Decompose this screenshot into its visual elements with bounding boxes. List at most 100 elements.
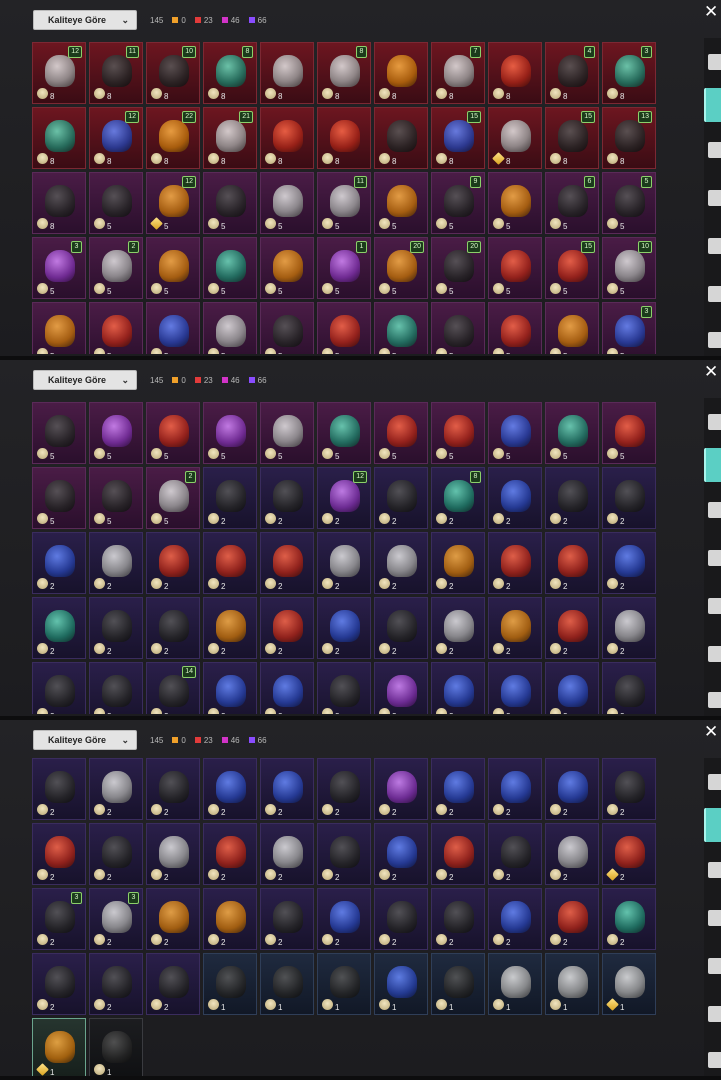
item-slot[interactable]: 20 5 (374, 237, 428, 299)
item-slot[interactable]: 8 (32, 107, 86, 169)
tab-headwear[interactable] (704, 88, 721, 122)
item-slot[interactable]: 2 (545, 758, 599, 820)
item-slot[interactable]: 2 (260, 532, 314, 594)
item-slot[interactable]: 2 (374, 888, 428, 950)
item-slot[interactable]: 12 5 (146, 172, 200, 234)
item-slot[interactable]: 2 (545, 662, 599, 714)
item-slot[interactable]: 2 (32, 758, 86, 820)
item-slot[interactable]: 2 (602, 662, 656, 714)
item-slot[interactable]: 1 (89, 1018, 143, 1078)
item-slot[interactable]: 2 (317, 662, 371, 714)
item-slot[interactable]: 8 (374, 42, 428, 104)
item-slot[interactable]: 1 (431, 953, 485, 1015)
item-slot[interactable]: 35 (32, 237, 86, 299)
tab-more[interactable] (708, 1052, 721, 1068)
item-slot[interactable]: 2 (374, 662, 428, 714)
item-slot[interactable]: 48 (545, 42, 599, 104)
item-slot[interactable]: 1 (488, 953, 542, 1015)
item-slot[interactable]: 2 (374, 597, 428, 659)
item-slot[interactable]: 1 (32, 1018, 86, 1078)
item-slot[interactable]: 2 (32, 532, 86, 594)
item-slot[interactable]: 8 (488, 42, 542, 104)
item-slot[interactable]: 12 2 (317, 467, 371, 529)
close-icon[interactable]: ✕ (704, 362, 721, 384)
item-slot[interactable]: 1 (602, 953, 656, 1015)
item-slot[interactable]: 2 (488, 758, 542, 820)
tab-top[interactable] (708, 414, 721, 430)
item-slot[interactable]: 1 (203, 953, 257, 1015)
item-slot[interactable]: 14 2 (146, 662, 200, 714)
close-icon[interactable]: ✕ (704, 722, 721, 744)
item-slot[interactable]: 2 (203, 597, 257, 659)
item-slot[interactable]: 2 (602, 758, 656, 820)
item-slot[interactable]: 5 (89, 302, 143, 354)
item-slot[interactable]: 2 (89, 953, 143, 1015)
item-slot[interactable]: 1 (260, 953, 314, 1015)
tab-shoes[interactable] (708, 1006, 721, 1022)
item-slot[interactable]: 2 (146, 597, 200, 659)
item-slot[interactable]: 2 (32, 662, 86, 714)
item-slot[interactable]: 2 (260, 662, 314, 714)
item-slot[interactable]: 5 (89, 402, 143, 464)
item-slot[interactable]: 8 (317, 107, 371, 169)
item-slot[interactable]: 2 (317, 888, 371, 950)
item-slot[interactable]: 11 8 (89, 42, 143, 104)
item-slot[interactable]: 2 (431, 662, 485, 714)
item-slot[interactable]: 5 (260, 302, 314, 354)
item-slot[interactable]: 25 (89, 237, 143, 299)
item-slot[interactable]: 2 (374, 758, 428, 820)
item-slot[interactable]: 15 8 (431, 107, 485, 169)
item-slot[interactable]: 2 (203, 662, 257, 714)
item-slot[interactable]: 2 (146, 758, 200, 820)
item-slot[interactable]: 2 (146, 888, 200, 950)
item-slot[interactable]: 2 (89, 823, 143, 885)
tab-shoes[interactable] (708, 286, 721, 302)
item-slot[interactable]: 2 (602, 597, 656, 659)
item-slot[interactable]: 5 (317, 302, 371, 354)
item-slot[interactable]: 8 (260, 42, 314, 104)
item-slot[interactable]: 5 (260, 172, 314, 234)
item-slot[interactable]: 8 (374, 107, 428, 169)
item-slot[interactable]: 2 (545, 597, 599, 659)
item-slot[interactable]: 12 8 (32, 42, 86, 104)
item-slot[interactable]: 2 (431, 597, 485, 659)
tab-jacket[interactable] (708, 190, 721, 206)
item-slot[interactable]: 1 (374, 953, 428, 1015)
item-slot[interactable]: 5 (488, 302, 542, 354)
item-slot[interactable]: 5 (431, 302, 485, 354)
item-slot[interactable]: 5 (374, 402, 428, 464)
item-slot[interactable]: 2 (203, 467, 257, 529)
item-slot[interactable]: 2 (488, 662, 542, 714)
item-slot[interactable]: 5 (146, 302, 200, 354)
item-slot[interactable]: 5 (32, 467, 86, 529)
item-slot[interactable]: 10 5 (602, 237, 656, 299)
item-slot[interactable]: 2 (602, 823, 656, 885)
item-slot[interactable]: 2 (545, 823, 599, 885)
item-slot[interactable]: 15 (317, 237, 371, 299)
tab-face[interactable] (708, 142, 721, 158)
item-slot[interactable]: 2 (431, 888, 485, 950)
item-slot[interactable]: 5 (32, 402, 86, 464)
item-slot[interactable]: 2 (488, 532, 542, 594)
item-slot[interactable]: 8 (260, 107, 314, 169)
item-slot[interactable]: 32 (32, 888, 86, 950)
item-slot[interactable]: 5 (203, 302, 257, 354)
tab-headwear[interactable] (704, 808, 721, 842)
item-slot[interactable]: 2 (203, 758, 257, 820)
item-slot[interactable]: 2 (203, 532, 257, 594)
item-slot[interactable]: 2 (317, 532, 371, 594)
item-slot[interactable]: 5 (374, 302, 428, 354)
item-slot[interactable]: 2 (317, 823, 371, 885)
item-slot[interactable]: 8 (488, 107, 542, 169)
item-slot[interactable]: 35 (602, 302, 656, 354)
sort-dropdown[interactable]: Kaliteye Göre ⌄ (33, 10, 137, 30)
sort-dropdown[interactable]: Kaliteye Göre ⌄ (33, 730, 137, 750)
item-slot[interactable]: 2 (374, 532, 428, 594)
item-slot[interactable]: 2 (32, 953, 86, 1015)
item-slot[interactable]: 2 (374, 467, 428, 529)
item-slot[interactable]: 2 (602, 888, 656, 950)
item-slot[interactable]: 5 (431, 402, 485, 464)
item-slot[interactable]: 2 (431, 758, 485, 820)
item-slot[interactable]: 1 (545, 953, 599, 1015)
item-slot[interactable]: 2 (32, 823, 86, 885)
